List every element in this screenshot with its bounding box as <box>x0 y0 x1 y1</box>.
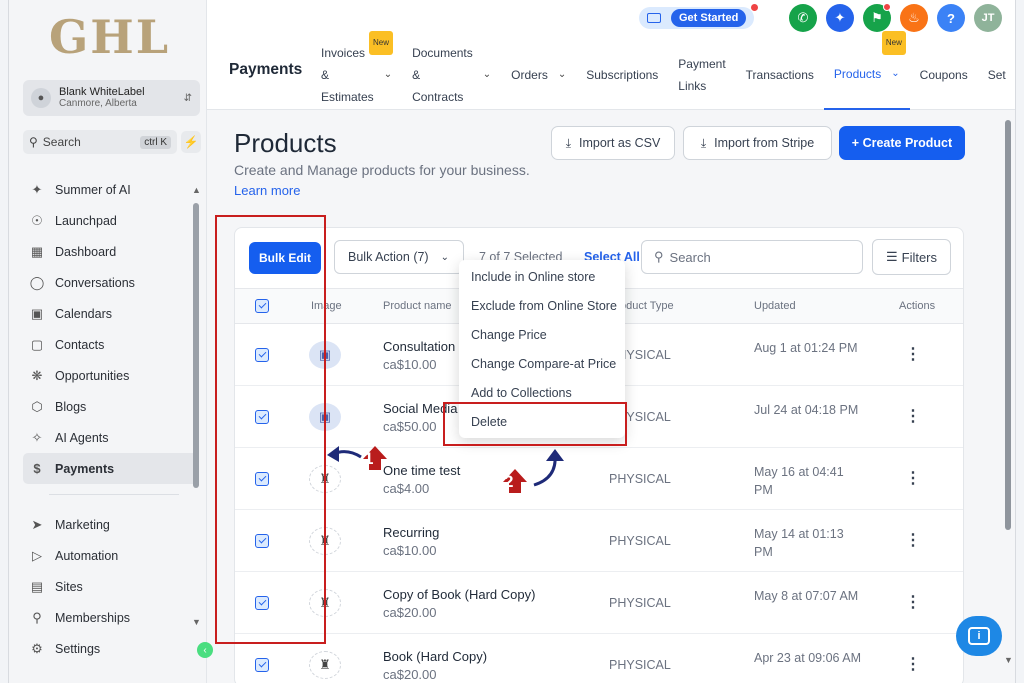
annotation-arrowhead-1 <box>327 446 339 462</box>
annotation-arrowhead-2 <box>546 449 564 461</box>
app-window: GHL ● Blank WhiteLabel Canmore, Alberta … <box>8 0 1016 683</box>
annotation-step-1: 1 <box>364 449 374 468</box>
annotation-overlay <box>327 446 564 493</box>
annotation-step-2: 2 <box>504 472 514 491</box>
